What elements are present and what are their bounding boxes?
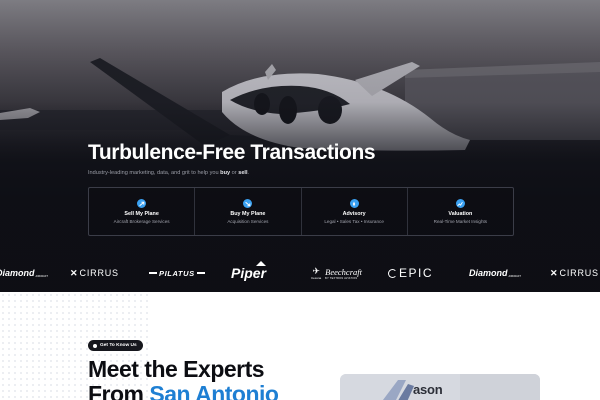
diamond-logo-text-2: Diamond xyxy=(469,268,508,278)
beechcraft-logo-subtext: BY TEXTRON AVIATION xyxy=(325,276,358,280)
service-desc: Real-Time Market Insights xyxy=(433,219,488,224)
cessna-beechcraft-logo: ✈ Cessna Beechcraft BY TEXTRON AVIATION xyxy=(311,256,362,290)
service-valuation[interactable]: Valuation Real-Time Market Insights xyxy=(408,188,513,235)
heading-from: From xyxy=(88,381,150,400)
plane-down-icon xyxy=(243,199,253,208)
diamond-logo-text: Diamond xyxy=(0,268,35,278)
pilatus-logo: PILATUS xyxy=(149,256,205,290)
service-advisory[interactable]: Advisory Legal • Sales Tax • Insurance xyxy=(302,188,408,235)
trend-icon xyxy=(455,199,465,208)
piper-logo-text: Piper xyxy=(231,265,267,281)
subtitle-buy: buy xyxy=(220,170,231,176)
beechcraft-logo-text: Beechcraft xyxy=(325,266,362,277)
epic-logo-text: EPIC xyxy=(399,266,434,280)
cirrus-mark-icon-2: ✕ xyxy=(550,267,558,278)
cirrus-mark-icon: ✕ xyxy=(70,267,78,278)
diamond-logo-subtext-2: AIRCRAFT xyxy=(508,275,522,278)
hero-subtitle: Industry-leading marketing, data, and gr… xyxy=(88,170,249,176)
pilatus-wing-icon xyxy=(149,272,157,274)
epic-logo: EPIC xyxy=(388,256,433,290)
piper-chevron-icon xyxy=(256,261,266,266)
compass-icon xyxy=(349,199,359,208)
cessna-emblem-icon: ✈ xyxy=(312,265,320,276)
pill-dot-icon xyxy=(93,343,97,348)
plane-up-icon xyxy=(137,199,147,208)
service-title: Sell My Plane xyxy=(124,211,159,217)
pill-label: Get To Know Us xyxy=(100,343,137,348)
pilatus-wing-icon-right xyxy=(196,272,205,274)
piper-logo: Piper xyxy=(231,256,266,290)
cirrus-logo-text-2: CIRRUS xyxy=(559,268,599,278)
heading-line-1: Meet the Experts xyxy=(88,356,265,382)
cirrus-logo: ✕ CIRRUS xyxy=(70,256,119,290)
card-sign-text: ason xyxy=(413,382,443,397)
cessna-logo-text: Cessna xyxy=(311,275,322,280)
service-buy-my-plane[interactable]: Buy My Plane Acquisition Services xyxy=(195,188,302,235)
service-desc: Acquisition Services xyxy=(227,219,269,224)
subtitle-text: Industry-leading marketing, data, and gr… xyxy=(88,170,221,176)
beechcraft-mark: Beechcraft BY TEXTRON AVIATION xyxy=(325,267,362,280)
brand-logo-strip: Diamond AIRCRAFT ✕ CIRRUS PILATUS Piper … xyxy=(0,256,600,290)
subtitle-sell: sell xyxy=(238,170,248,176)
service-desc: Legal • Sales Tax • Insurance xyxy=(324,219,384,224)
services-bar: Sell My Plane Aircraft Brokerage Service… xyxy=(88,187,514,236)
heading-city: San Antonio xyxy=(149,381,279,400)
pilatus-logo-text: PILATUS xyxy=(159,268,195,278)
epic-ring-icon xyxy=(388,268,397,278)
diamond-logo-subtext: AIRCRAFT xyxy=(35,275,49,278)
hero-section: Turbulence-Free Transactions Industry-le… xyxy=(0,0,600,292)
cirrus-logo-text: CIRRUS xyxy=(79,268,119,278)
subtitle-or: or xyxy=(230,170,239,176)
experts-heading: Meet the Experts From San Antonio xyxy=(88,356,279,400)
cirrus-logo-2: ✕ CIRRUS xyxy=(550,256,599,290)
service-title: Buy My Plane xyxy=(230,211,266,217)
diamond-logo-2: Diamond AIRCRAFT xyxy=(469,256,521,290)
service-sell-my-plane[interactable]: Sell My Plane Aircraft Brokerage Service… xyxy=(89,188,196,235)
diamond-logo: Diamond AIRCRAFT xyxy=(0,256,48,290)
hero-title: Turbulence-Free Transactions xyxy=(88,141,376,164)
service-title: Advisory xyxy=(342,211,366,217)
service-title: Valuation xyxy=(448,211,473,217)
service-desc: Aircraft Brokerage Services xyxy=(113,219,170,224)
subtitle-end: . xyxy=(247,170,250,176)
team-photo-card: ason xyxy=(340,374,540,400)
get-to-know-us-pill[interactable]: Get To Know Us xyxy=(88,340,143,351)
cessna-mark: ✈ Cessna xyxy=(311,265,322,280)
